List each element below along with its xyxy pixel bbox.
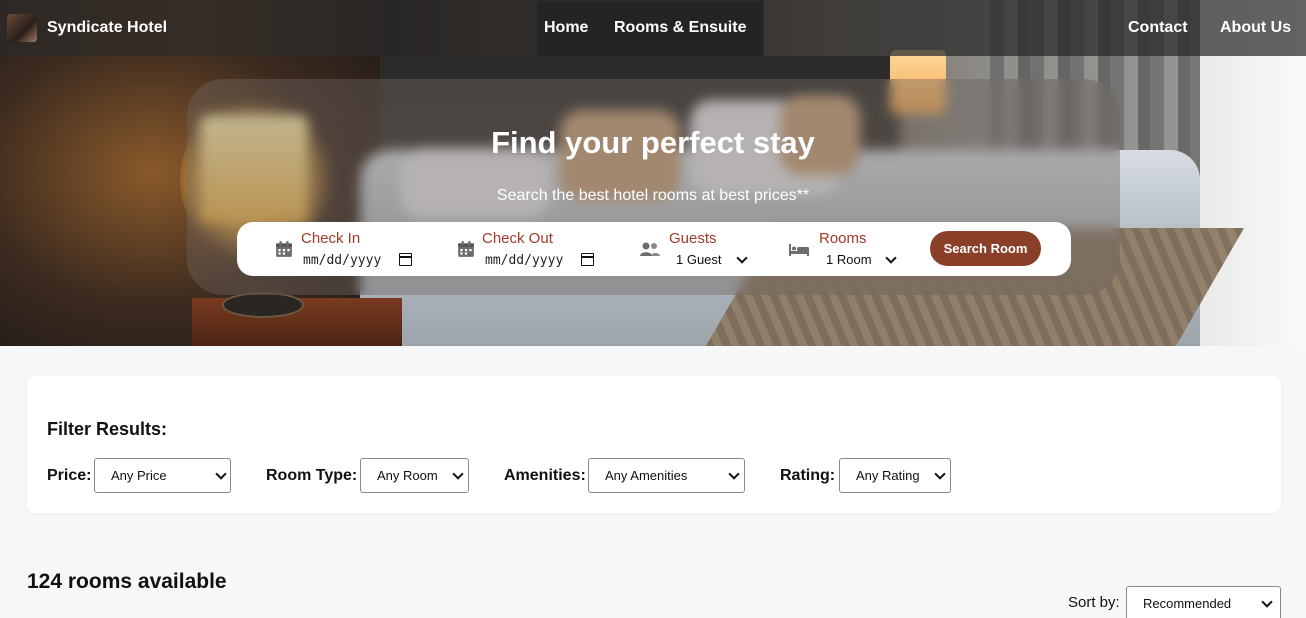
rating-filter-label: Rating: [780, 467, 836, 484]
rating-filter-select[interactable]: Any Rating [839, 458, 951, 493]
rooms-select[interactable]: 1 Room [826, 252, 872, 267]
price-filter-label: Price: [47, 467, 92, 484]
bg-lamp-base [222, 292, 304, 318]
check-out-field[interactable]: Check Out mm/dd/yyyy [457, 222, 637, 276]
chevron-down-icon [1261, 596, 1273, 608]
rooms-count-heading: 124 rooms available [27, 570, 227, 593]
users-icon [640, 242, 660, 256]
nav-link-contact[interactable]: Contact [1128, 19, 1188, 37]
room-type-filter-select[interactable]: Any Room [360, 458, 469, 493]
nav-link-about[interactable]: About Us [1220, 19, 1291, 37]
top-navbar: Syndicate Hotel Home Rooms & Ensuite Con… [0, 0, 1306, 56]
brand-name[interactable]: Syndicate Hotel [47, 19, 167, 37]
check-in-input[interactable]: mm/dd/yyyy [303, 253, 381, 268]
chevron-down-icon [728, 468, 740, 480]
chevron-down-icon [934, 468, 946, 480]
chevron-down-icon [215, 468, 227, 480]
room-type-filter-value: Any Room [377, 468, 438, 483]
check-out-label: Check Out [482, 230, 553, 247]
calendar-icon [276, 241, 292, 257]
chevron-down-icon [736, 252, 748, 264]
calendar-icon [458, 241, 474, 257]
rooms-field[interactable]: Rooms 1 Room [788, 222, 908, 276]
guests-select[interactable]: 1 Guest [676, 252, 722, 267]
amenities-filter-select[interactable]: Any Amenities [588, 458, 745, 493]
filter-title: Filter Results: [47, 419, 168, 439]
bed-icon [789, 244, 809, 256]
hero-subtitle: Search the best hotel rooms at best pric… [496, 187, 810, 204]
price-filter-select[interactable]: Any Price [94, 458, 231, 493]
guests-label: Guests [669, 230, 717, 247]
check-out-input[interactable]: mm/dd/yyyy [485, 253, 563, 268]
rating-filter-value: Any Rating [856, 468, 920, 483]
date-picker-icon[interactable] [399, 253, 412, 266]
nav-link-rooms[interactable]: Rooms & Ensuite [614, 19, 746, 37]
amenities-filter-value: Any Amenities [605, 468, 688, 483]
nav-link-home[interactable]: Home [544, 19, 588, 37]
check-in-label: Check In [301, 230, 361, 247]
hero-title: Find your perfect stay [491, 125, 815, 160]
price-filter-value: Any Price [111, 468, 167, 483]
sort-select-value: Recommended [1143, 596, 1232, 611]
logo-icon[interactable] [7, 14, 37, 42]
rooms-label: Rooms [819, 230, 867, 247]
chevron-down-icon [452, 468, 464, 480]
sort-select[interactable]: Recommended [1126, 586, 1281, 618]
chevron-down-icon [885, 252, 897, 264]
room-type-filter-label: Room Type: [266, 467, 358, 484]
search-room-button[interactable]: Search Room [930, 231, 1041, 266]
guests-field[interactable]: Guests 1 Guest [639, 222, 759, 276]
check-in-field[interactable]: Check In mm/dd/yyyy [275, 222, 455, 276]
sort-label: Sort by: [1068, 594, 1120, 611]
date-picker-icon[interactable] [581, 253, 594, 266]
amenities-filter-label: Amenities: [504, 467, 586, 484]
